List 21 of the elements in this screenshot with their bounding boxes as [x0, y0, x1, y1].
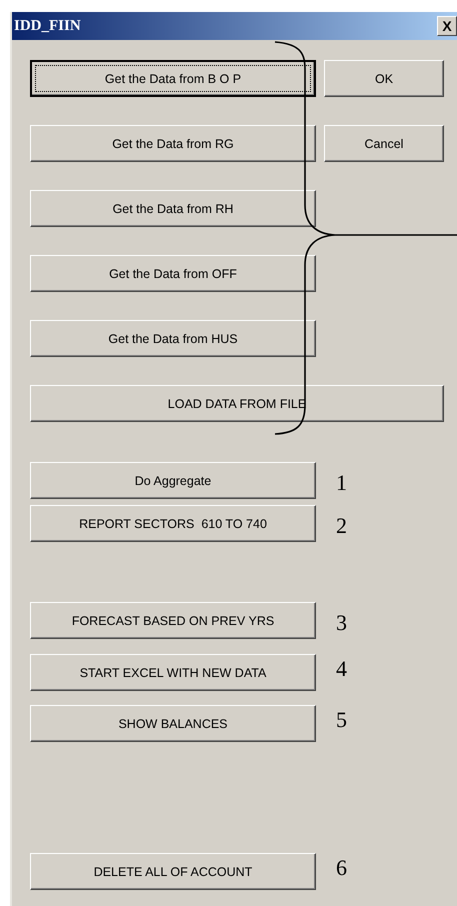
data-button[interactable]: Get the Data from HUS — [30, 320, 316, 357]
close-button[interactable]: X — [437, 16, 457, 36]
step-number: 5 — [336, 706, 347, 731]
step-number: 4 — [336, 655, 347, 680]
data-button[interactable]: Get the Data from B O P — [30, 60, 316, 97]
data-button[interactable]: Get the Data from RG — [30, 125, 316, 162]
action-button[interactable]: DELETE ALL OF ACCOUNT — [30, 853, 316, 890]
step-number: 3 — [336, 609, 347, 634]
action-button[interactable]: REPORT SECTORS 610 TO 740 — [30, 505, 316, 542]
step-number: 6 — [336, 854, 347, 879]
action-button[interactable]: START EXCEL WITH NEW DATA — [30, 654, 316, 691]
ok-button[interactable]: OK — [324, 60, 444, 97]
data-button[interactable]: Get the Data from OFF — [30, 255, 316, 292]
action-button[interactable]: Do Aggregate — [30, 462, 316, 499]
action-button[interactable]: SHOW BALANCES — [30, 705, 316, 742]
window-title: IDD_FIIN — [14, 18, 81, 34]
cancel-button[interactable]: Cancel — [324, 125, 444, 162]
action-button[interactable]: FORECAST BASED ON PREV YRS — [30, 602, 316, 639]
data-button[interactable]: Get the Data from RH — [30, 190, 316, 227]
step-number: 2 — [336, 512, 347, 537]
step-number: 1 — [336, 469, 347, 494]
